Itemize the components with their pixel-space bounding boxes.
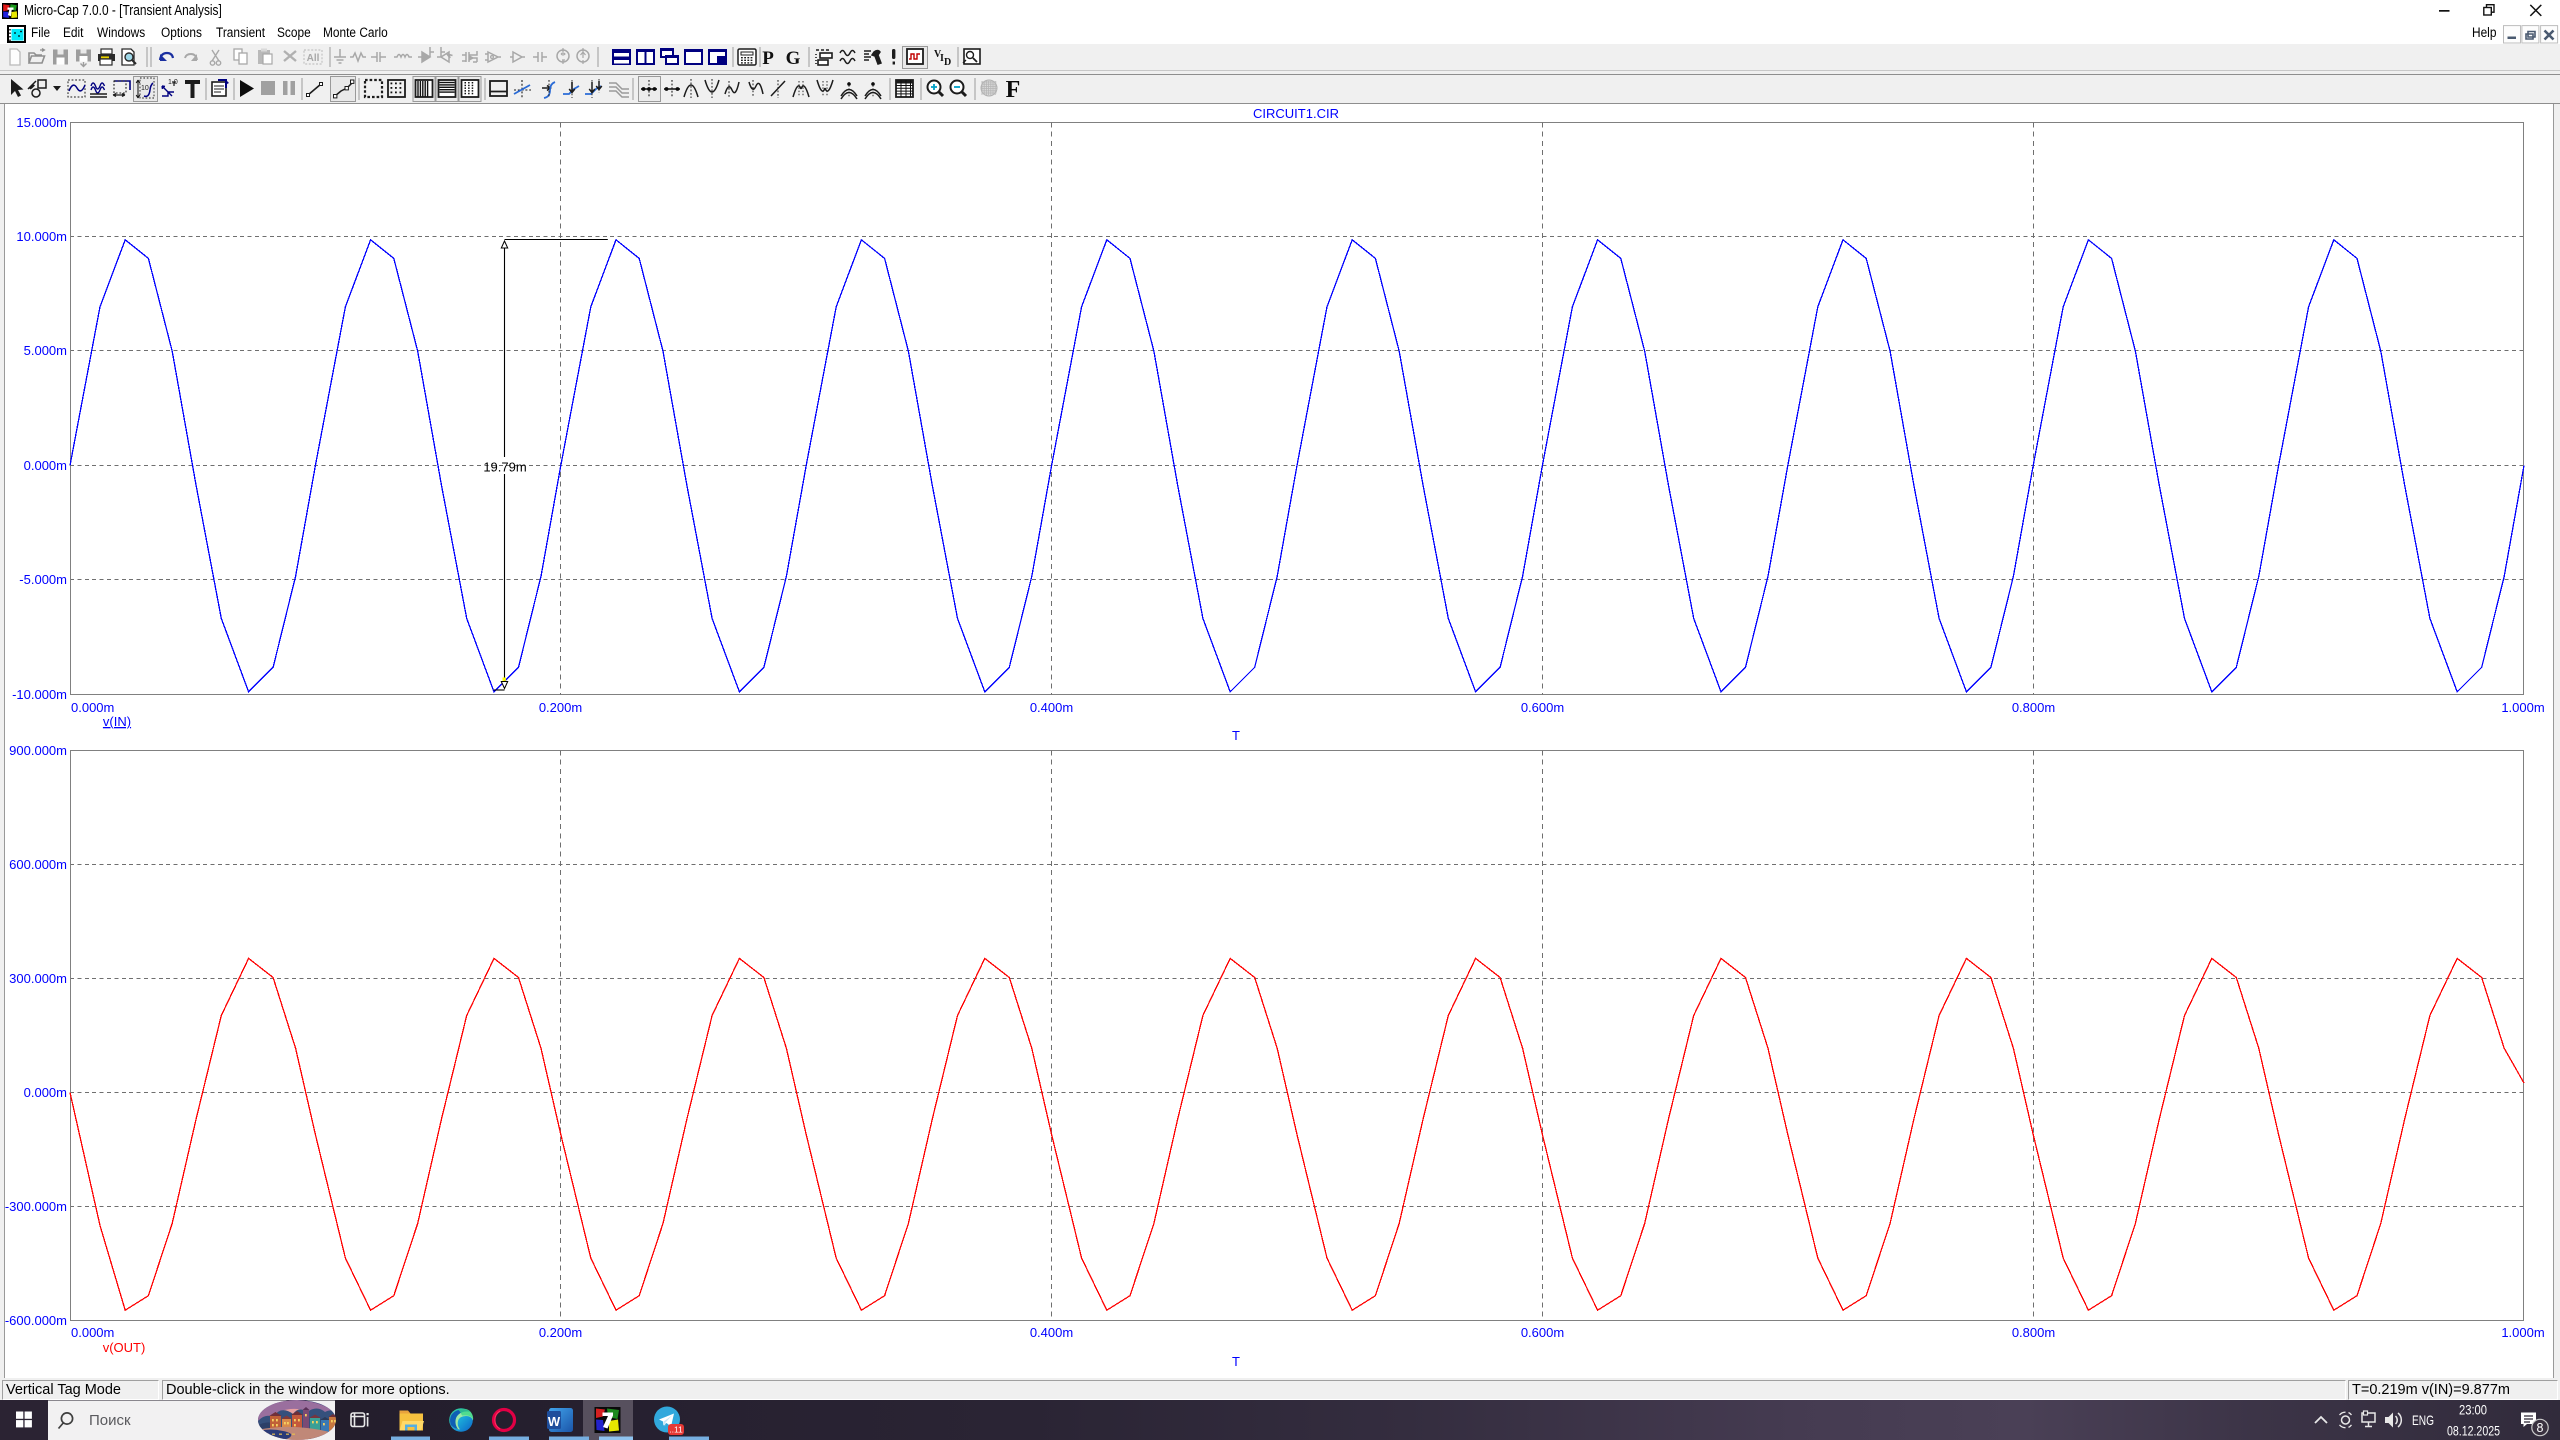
- svg-text:T: T: [1232, 1354, 1240, 1369]
- svg-text:-300.000m: -300.000m: [5, 1199, 67, 1214]
- svg-text:0.600m: 0.600m: [1521, 1325, 1564, 1340]
- svg-text:0.200m: 0.200m: [539, 700, 582, 715]
- svg-text:CIRCUIT1.CIR: CIRCUIT1.CIR: [1253, 106, 1339, 121]
- svg-text:ENG: ENG: [2412, 1412, 2434, 1428]
- svg-text:1.000m: 1.000m: [2501, 700, 2544, 715]
- svg-text:1.000m: 1.000m: [2501, 1325, 2544, 1340]
- svg-text:-10.000m: -10.000m: [12, 687, 67, 702]
- svg-text:0.400m: 0.400m: [1030, 1325, 1073, 1340]
- svg-text:F: F: [1006, 77, 1021, 103]
- svg-text:Поиск: Поиск: [89, 1412, 131, 1429]
- svg-text:T: T: [1232, 728, 1240, 743]
- svg-text:v(OUT): v(OUT): [103, 1340, 146, 1355]
- svg-text:All: All: [307, 53, 320, 64]
- svg-text:0.000m: 0.000m: [71, 700, 114, 715]
- svg-text:8: 8: [2537, 1421, 2544, 1435]
- svg-text:0.400m: 0.400m: [1030, 700, 1073, 715]
- svg-text:15.000m: 15.000m: [16, 115, 67, 130]
- svg-text:10.000m: 10.000m: [16, 229, 67, 244]
- svg-text:900.000m: 900.000m: [9, 743, 67, 758]
- svg-text:-600.000m: -600.000m: [5, 1313, 67, 1328]
- svg-text:0.000m: 0.000m: [24, 458, 67, 473]
- svg-text:..11: ..11: [669, 1425, 683, 1435]
- svg-text:0.600m: 0.600m: [1521, 700, 1564, 715]
- svg-text:v(IN): v(IN): [103, 714, 131, 729]
- svg-text:0.800m: 0.800m: [2012, 700, 2055, 715]
- svg-text:0.000m: 0.000m: [24, 1085, 67, 1100]
- svg-text:0.200m: 0.200m: [539, 1325, 582, 1340]
- svg-text:-5.000m: -5.000m: [19, 572, 67, 587]
- svg-text:600.000m: 600.000m: [9, 857, 67, 872]
- svg-text:23:00: 23:00: [2459, 1403, 2487, 1418]
- svg-text:0.800m: 0.800m: [2012, 1325, 2055, 1340]
- svg-text:G: G: [786, 48, 801, 69]
- svg-text:10: 10: [141, 85, 149, 92]
- svg-text:08.12.2025: 08.12.2025: [2447, 1424, 2500, 1439]
- svg-text:D: D: [944, 57, 951, 68]
- svg-text:19.79m: 19.79m: [483, 460, 526, 475]
- svg-text:5.000m: 5.000m: [24, 343, 67, 358]
- svg-text:W: W: [548, 1414, 561, 1429]
- svg-text:300.000m: 300.000m: [9, 971, 67, 986]
- svg-text:0.000m: 0.000m: [71, 1325, 114, 1340]
- svg-text:P: P: [762, 48, 774, 69]
